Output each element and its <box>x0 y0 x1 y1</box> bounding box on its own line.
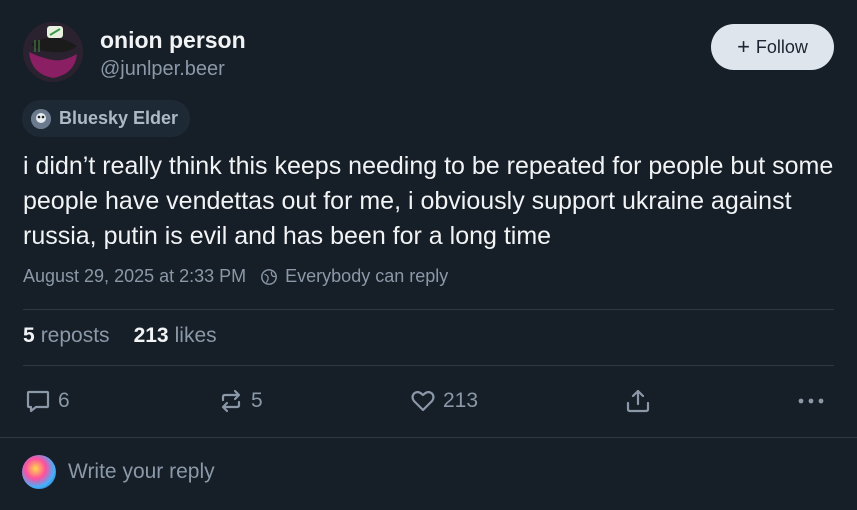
badge-icon <box>31 108 51 129</box>
share-icon <box>626 389 650 413</box>
reply-input-placeholder[interactable]: Write your reply <box>68 460 215 484</box>
post-actions: 6 5 213 <box>0 382 857 420</box>
likes-stat[interactable]: 213 likes <box>134 324 217 348</box>
post-timestamp[interactable]: August 29, 2025 at 2:33 PM <box>23 266 246 287</box>
reply-button[interactable]: 6 <box>24 387 70 415</box>
more-options-button[interactable] <box>796 387 832 415</box>
badge-label: Bluesky Elder <box>59 108 179 128</box>
post-header: onion person @junlper.beer + Follow <box>23 22 834 86</box>
author-avatar[interactable] <box>23 22 83 82</box>
reposts-count: 5 <box>23 324 35 347</box>
globe-icon <box>261 268 278 285</box>
repost-count: 5 <box>251 389 263 412</box>
like-count: 213 <box>443 389 479 412</box>
divider <box>0 437 857 438</box>
reply-count: 6 <box>58 389 70 412</box>
like-icon <box>411 390 435 412</box>
repost-button[interactable]: 5 <box>217 387 263 415</box>
author-display-name[interactable]: onion person <box>100 26 246 54</box>
reposts-stat[interactable]: 5 reposts <box>23 324 110 348</box>
divider <box>23 309 834 310</box>
more-icon <box>798 398 824 404</box>
follow-button-label: Follow <box>755 36 808 57</box>
reposts-label: reposts <box>40 324 110 347</box>
post-stats: 5 reposts 213 likes <box>23 324 241 348</box>
likes-label: likes <box>174 324 217 347</box>
bluesky-elder-badge[interactable]: Bluesky Elder <box>22 100 191 137</box>
post-text: i didn’t really think this keeps needing… <box>23 152 834 250</box>
plus-icon: + <box>737 34 750 59</box>
repost-icon <box>221 389 241 413</box>
follow-button[interactable]: + Follow <box>711 24 834 70</box>
author-names: onion person @junlper.beer <box>100 26 246 83</box>
author-handle[interactable]: @junlper.beer <box>100 55 246 83</box>
current-user-avatar <box>22 455 56 489</box>
divider <box>23 365 834 366</box>
likes-count: 213 <box>133 324 169 347</box>
like-button[interactable]: 213 <box>409 387 478 415</box>
post-meta: August 29, 2025 at 2:33 PM Everybody can… <box>23 266 448 287</box>
reply-icon <box>26 390 50 413</box>
reply-setting[interactable]: Everybody can reply <box>285 266 448 287</box>
share-button[interactable] <box>624 387 658 415</box>
reply-composer[interactable]: Write your reply <box>22 455 215 489</box>
